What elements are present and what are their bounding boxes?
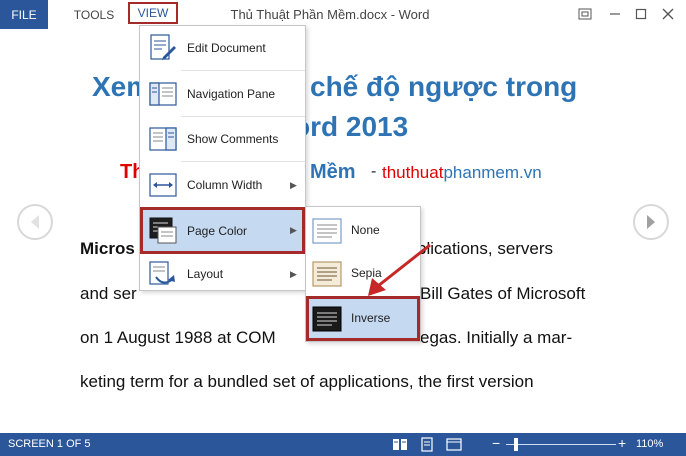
chevron-right-icon [647, 215, 655, 229]
menu-item-label: Edit Document [187, 41, 266, 55]
status-bar: SCREEN 1 OF 5 − + 110% [0, 433, 686, 456]
body-line-1-right: plications, servers [417, 239, 554, 258]
tools-tab[interactable]: TOOLS [64, 0, 124, 29]
menu-item-label: Layout [187, 267, 224, 281]
body-line-3-left: on 1 August 1988 at COM [80, 328, 276, 347]
menu-item-label: Column Width [187, 178, 263, 192]
close-icon[interactable] [655, 4, 681, 24]
zoom-slider-thumb[interactable] [514, 438, 518, 451]
subtitle-dash: - [371, 163, 377, 180]
edit-document-icon [150, 34, 176, 60]
show-comments-icon [149, 127, 177, 151]
page-color-inverse-icon [312, 306, 342, 332]
submenu-item-label: Inverse [351, 311, 391, 325]
zoom-slider-track[interactable] [506, 444, 616, 445]
chevron-right-icon: ▶ [290, 225, 297, 235]
restore-fullscreen-icon[interactable] [572, 4, 598, 24]
heading-part-2: chế độ ngược trong [310, 71, 578, 102]
layout-icon [149, 261, 175, 285]
view-tab[interactable]: VIEW [128, 2, 178, 24]
submenu-item-label: Sepia [351, 266, 382, 280]
file-tab[interactable]: FILE [0, 0, 48, 29]
zoom-out-button[interactable]: − [492, 435, 500, 451]
body-line-4: keting term for a bundled set of applica… [80, 372, 534, 391]
column-width-icon [149, 173, 177, 197]
site-name-red: thuthuat [382, 163, 444, 182]
page-color-sepia-icon [312, 261, 342, 287]
menu-item-label: Navigation Pane [187, 87, 276, 101]
menu-item-page-color[interactable]: Page Color ▶ [140, 207, 305, 254]
site-name: thuthuatphanmem.vn [382, 163, 542, 183]
heading-line-2: ord 2013 [293, 111, 409, 142]
menu-item-layout[interactable]: Layout ▶ [140, 252, 305, 296]
menu-item-label: Page Color [187, 223, 248, 238]
subtitle-mid: Mềm [310, 161, 356, 183]
body-line-3-right: egas. Initially a mar- [420, 328, 573, 347]
page-color-none-option[interactable]: None [306, 210, 420, 252]
chevron-right-icon: ▶ [290, 179, 297, 190]
body-line-2-left: and ser [80, 284, 137, 303]
menu-item-column-width[interactable]: Column Width ▶ [140, 163, 305, 207]
web-layout-icon[interactable] [446, 436, 462, 453]
screen-count: SCREEN 1 OF 5 [8, 438, 91, 450]
submenu-item-label: None [351, 223, 380, 237]
menu-separator [181, 161, 305, 162]
menu-item-show-comments[interactable]: Show Comments [140, 117, 305, 161]
menu-item-edit-document[interactable]: Edit Document [140, 26, 305, 70]
menu-item-label: Show Comments [187, 132, 279, 146]
maximize-icon[interactable] [628, 4, 654, 24]
menu-item-navigation-pane[interactable]: Navigation Pane [140, 72, 305, 116]
chevron-left-icon [31, 215, 39, 229]
previous-screen-button[interactable] [17, 204, 53, 240]
page-color-inverse-option[interactable]: Inverse [306, 296, 420, 341]
navigation-pane-icon [149, 82, 177, 106]
minimize-icon[interactable] [602, 4, 628, 24]
body-line-1-left: Micros [80, 239, 135, 258]
view-menu: Edit Document Navigation Pane Show Comme… [139, 25, 306, 291]
page-color-none-icon [312, 218, 342, 244]
next-screen-button[interactable] [633, 204, 669, 240]
zoom-in-button[interactable]: + [618, 435, 626, 451]
menu-separator [181, 70, 305, 71]
site-name-blue: phanmem.vn [443, 163, 542, 182]
print-layout-icon[interactable] [420, 436, 434, 453]
title-bar: FILE TOOLS VIEW Thủ Thuật Phần Mềm.docx … [0, 0, 686, 29]
body-line-2-right: Bill Gates of Microsoft [420, 284, 586, 303]
page-color-sepia-option[interactable]: Sepia [306, 253, 420, 295]
read-mode-icon[interactable] [392, 436, 408, 453]
page-color-icon [149, 217, 177, 244]
zoom-level[interactable]: 110% [636, 438, 663, 450]
page-color-submenu: None Sepia Inverse [305, 206, 421, 342]
chevron-right-icon: ▶ [290, 268, 297, 279]
